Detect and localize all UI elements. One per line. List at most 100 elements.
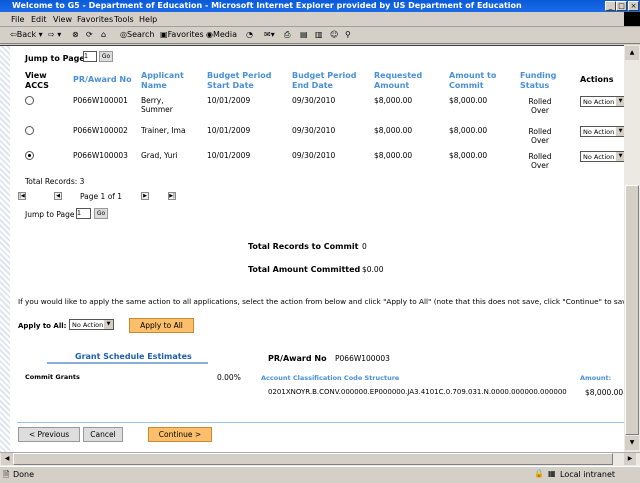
research-icon[interactable]: ⚲ <box>345 30 351 39</box>
end-date: 09/30/2010 <box>292 151 336 160</box>
funding-status: Rolled Over <box>528 152 552 170</box>
vertical-scroll-thumb[interactable] <box>625 185 639 435</box>
col-requested[interactable]: Requested Amount <box>374 71 424 91</box>
mail-icon[interactable]: ✉▾ <box>264 30 275 39</box>
award-no: P066W100002 <box>73 126 128 135</box>
stop-icon[interactable]: ⊗ <box>72 30 79 39</box>
commit-amount: $8,000.00 <box>449 151 488 160</box>
menu-view[interactable]: View <box>53 15 72 24</box>
title-underline <box>47 362 208 364</box>
status-text: Done <box>13 470 35 479</box>
col-funding-status[interactable]: Funding Status <box>520 71 560 91</box>
total-records: Total Records: 3 <box>25 177 85 186</box>
view-accs-radio[interactable] <box>25 96 34 105</box>
continue-button[interactable]: Continue > <box>148 427 212 442</box>
last-page-icon[interactable]: ▶| <box>168 192 176 200</box>
favorites-icon: ▣ <box>160 30 168 39</box>
back-arrow-icon: ⇦ <box>10 30 17 39</box>
forward-button[interactable]: ⇨ ▾ <box>48 30 61 39</box>
menu-favorites[interactable]: Favorites <box>77 15 113 24</box>
jump-to-page-input-bottom[interactable] <box>76 208 91 219</box>
home-icon[interactable]: ⌂ <box>101 30 106 39</box>
edit-icon[interactable]: ▤ <box>300 30 308 39</box>
back-button[interactable]: ⇦Back ▾ <box>10 30 43 39</box>
zone-text: Local intranet <box>560 470 616 479</box>
page-indicator: Page 1 of 1 <box>80 192 123 201</box>
jump-to-page-label: Jump to Page <box>25 54 85 63</box>
favorites-button[interactable]: ▣Favorites <box>160 30 204 39</box>
jump-to-page-input[interactable] <box>83 51 97 62</box>
print-icon[interactable]: ⎙ <box>284 30 290 40</box>
page-content: Jump to Page Go View ACCS PR/Award No Ap… <box>0 45 624 452</box>
minimize-button[interactable]: _ <box>605 1 616 11</box>
requested-amount: $8,000.00 <box>374 126 413 135</box>
go-button-bottom[interactable]: Go <box>94 208 108 219</box>
menu-help[interactable]: Help <box>139 15 157 24</box>
col-commit[interactable]: Amount to Commit <box>449 71 499 91</box>
commit-amount: $8,000.00 <box>449 126 488 135</box>
discuss-icon[interactable]: ▥ <box>315 30 323 39</box>
requested-amount: $8,000.00 <box>374 151 413 160</box>
commit-grants-label: Commit Grants <box>25 373 80 381</box>
dropdown-arrow-icon: ▼ <box>104 320 113 329</box>
intranet-icon: ▦ <box>548 469 556 478</box>
col-start-date[interactable]: Budget Period Start Date <box>207 71 277 91</box>
total-records-commit-label: Total Records to Commit <box>248 242 359 251</box>
go-button[interactable]: Go <box>99 51 113 62</box>
applicant-name: Grad, Yuri <box>141 151 178 160</box>
commit-amount: $8,000.00 <box>449 96 488 105</box>
scroll-down-icon[interactable]: ▼ <box>625 436 639 450</box>
close-button[interactable]: × <box>628 1 639 11</box>
decorative-stripe <box>0 46 10 452</box>
col-end-date[interactable]: Budget Period End Date <box>292 71 362 91</box>
dropdown-arrow-icon: ▼ <box>616 152 624 161</box>
funding-status: Rolled Over <box>528 97 552 115</box>
title-bar: Welcome to G5 - Department of Education … <box>0 0 640 12</box>
scroll-up-icon[interactable]: ▲ <box>625 46 639 60</box>
view-accs-radio[interactable] <box>25 151 34 160</box>
scroll-left-icon[interactable]: ◀ <box>1 453 13 465</box>
end-date: 09/30/2010 <box>292 96 336 105</box>
lock-icon: 🔒 <box>534 469 544 478</box>
apply-all-select[interactable]: No Action ▼ <box>69 319 114 330</box>
menu-tools[interactable]: Tools <box>114 15 134 24</box>
horizontal-scroll-thumb[interactable] <box>13 453 613 465</box>
col-applicant[interactable]: Applicant Name <box>141 71 191 91</box>
window-title: Welcome to G5 - Department of Education … <box>12 1 522 10</box>
action-select[interactable]: No Action ▼ <box>580 151 624 162</box>
cancel-button[interactable]: Cancel <box>83 427 123 442</box>
action-select[interactable]: No Action ▼ <box>580 96 624 107</box>
view-accs-radio[interactable] <box>25 126 34 135</box>
start-date: 10/01/2009 <box>207 96 251 105</box>
menu-file[interactable]: File <box>11 15 24 24</box>
messenger-icon[interactable]: ☺ <box>330 30 338 39</box>
media-button[interactable]: ◉Media <box>206 30 237 39</box>
award-no: P066W100001 <box>73 96 128 105</box>
action-select[interactable]: No Action ▼ <box>580 126 624 137</box>
jump-to-page-label-bottom: Jump to Page <box>25 210 75 219</box>
prev-page-icon[interactable]: ◀ <box>54 192 62 200</box>
search-button[interactable]: ◎Search <box>120 30 154 39</box>
windows-logo <box>624 12 640 26</box>
col-award-no[interactable]: PR/Award No <box>73 75 132 85</box>
first-page-icon[interactable]: |◀ <box>18 192 26 200</box>
amount-header: Amount: <box>580 374 612 382</box>
menu-edit[interactable]: Edit <box>31 15 47 24</box>
maximize-button[interactable]: □ <box>616 1 627 11</box>
total-amount-value: $0.00 <box>362 265 384 274</box>
divider <box>17 422 624 423</box>
col-actions: Actions <box>580 75 614 84</box>
award-no: P066W100003 <box>73 151 128 160</box>
previous-button[interactable]: < Previous <box>18 427 80 442</box>
grant-schedule-title: Grant Schedule Estimates <box>75 352 192 361</box>
media-icon: ◉ <box>206 30 213 39</box>
scroll-right-icon[interactable]: ▶ <box>624 453 636 465</box>
apply-to-all-button[interactable]: Apply to All <box>129 318 194 333</box>
dropdown-arrow-icon: ▼ <box>616 127 624 136</box>
end-date: 09/30/2010 <box>292 126 336 135</box>
next-page-icon[interactable]: ▶ <box>141 192 149 200</box>
refresh-icon[interactable]: ⟳ <box>86 30 93 39</box>
vertical-scrollbar[interactable]: ▲ ▼ <box>624 45 640 452</box>
history-icon[interactable]: ◔ <box>246 30 253 39</box>
horizontal-scrollbar[interactable]: ◀ ▶ <box>0 452 640 466</box>
